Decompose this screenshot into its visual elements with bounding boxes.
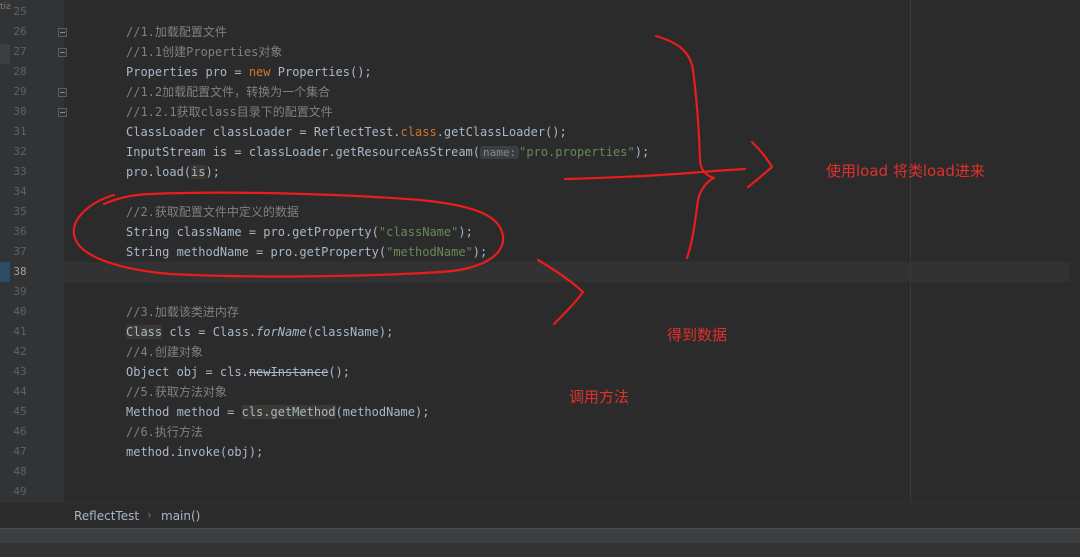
arrow-head-stroke [746,140,774,189]
chevron-stroke [536,258,585,326]
breadcrumb-separator: › [147,508,152,522]
annotation-load: 使用load 将类load进来 [826,162,985,180]
status-bar-strip [0,543,1080,557]
breadcrumb-class[interactable]: ReflectTest [74,509,139,523]
annotation-call-method: 调用方法 [569,388,630,406]
status-bar [0,528,1080,557]
arrow-shaft-stroke [563,167,747,181]
ellipse-stroke [72,191,505,278]
code-editor[interactable]: tiƨ 25 26 27 28 29 30 31 32 33 34 35 36 … [0,0,1080,502]
annotation-get-data: 得到数据 [667,326,728,344]
breadcrumb-method[interactable]: main() [161,509,200,523]
handwritten-markup [72,34,774,326]
right-brace-stroke [654,34,716,260]
breadcrumb: ReflectTest › main() [0,502,1080,528]
